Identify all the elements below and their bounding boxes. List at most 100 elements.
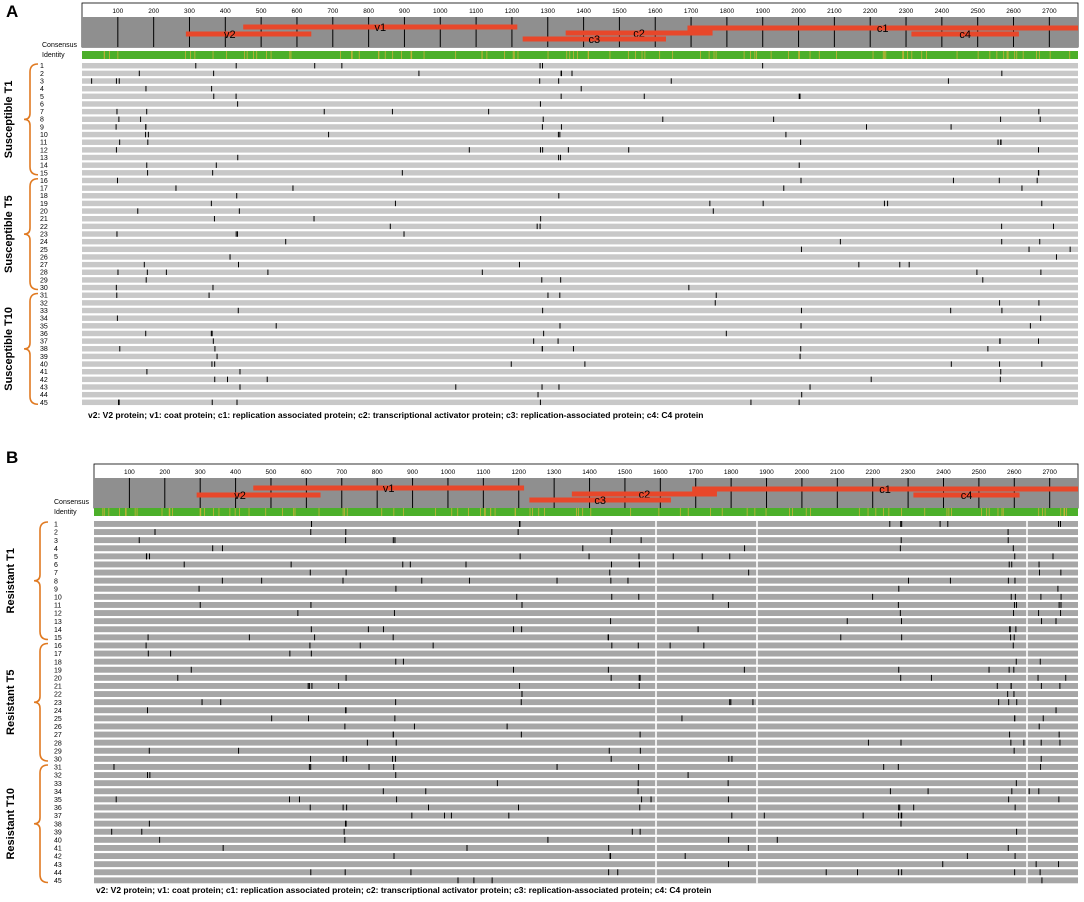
row-label: 27 [40, 262, 48, 269]
ruler-tick-label: 2400 [935, 8, 950, 15]
ruler-tick-label: 300 [184, 8, 195, 15]
row-label: 2 [54, 530, 58, 537]
sequence-track [94, 521, 1078, 527]
ruler-tick-label: 500 [256, 8, 267, 15]
row-label: 21 [40, 216, 48, 223]
row-label: 38 [54, 821, 62, 828]
row-label: 43 [54, 862, 62, 869]
sequence-track [94, 731, 1078, 738]
row-label: 36 [54, 805, 62, 812]
row-label: 24 [54, 708, 62, 715]
sequence-track [94, 836, 1078, 843]
sequence-track [94, 796, 1078, 803]
row-label: 17 [40, 186, 48, 193]
sequence-track [82, 246, 1078, 253]
sequence-track [94, 650, 1078, 657]
sequence-track [94, 585, 1078, 592]
row-label: 34 [54, 789, 62, 796]
sequence-track [82, 124, 1078, 130]
row-label: 7 [40, 109, 44, 116]
ruler-tick-label: 2400 [936, 469, 951, 476]
ruler-tick-label: 2200 [865, 469, 880, 476]
sequence-track [82, 85, 1078, 92]
feature-bar-v2 [196, 492, 321, 498]
legend-b: v2: V2 protein; v1: coat protein; c1: re… [96, 885, 712, 895]
sequence-track [82, 369, 1078, 375]
row-label: 22 [40, 224, 48, 231]
sequence-track [82, 361, 1078, 367]
ruler-tick-label: 1100 [476, 469, 490, 476]
row-label: 25 [54, 716, 62, 723]
row-label: 44 [54, 870, 62, 877]
sequence-track [82, 70, 1078, 77]
row-label: 4 [54, 546, 58, 553]
row-label: 6 [54, 562, 58, 569]
sequence-track [94, 828, 1078, 835]
row-label: 31 [40, 293, 48, 300]
sequence-track [94, 747, 1078, 754]
row-label: 34 [40, 316, 48, 323]
row-label: 40 [54, 838, 62, 845]
row-label: 28 [40, 270, 48, 277]
ruler-tick-label: 1700 [684, 8, 699, 15]
ruler-tick-label: 1900 [755, 8, 770, 15]
sequence-track [82, 154, 1078, 161]
feature-label-v2: v2 [234, 490, 246, 502]
sequence-track [82, 254, 1078, 260]
row-label: 8 [54, 578, 58, 585]
group-label: Susceptible T1 [3, 81, 15, 159]
group-label: Susceptible T10 [3, 307, 15, 391]
row-label: 1 [54, 522, 58, 529]
sequence-track [82, 193, 1078, 199]
sequence-track [82, 300, 1078, 306]
feature-label-c3: c3 [594, 495, 606, 507]
sequence-track [82, 323, 1078, 329]
row-label: 9 [40, 124, 44, 131]
row-label: 43 [40, 384, 48, 391]
row-label: 28 [54, 740, 62, 747]
sequence-track [82, 231, 1078, 237]
row-label: 11 [40, 140, 47, 147]
row-label: 37 [40, 339, 48, 346]
sequence-track [82, 185, 1078, 191]
row-label: 31 [54, 765, 62, 772]
ruler-tick-label: 2300 [899, 8, 914, 15]
sequence-track [94, 666, 1078, 673]
row-label: 21 [54, 684, 62, 691]
sequence-track [82, 269, 1078, 275]
feature-label-c3: c3 [589, 34, 601, 46]
sequence-track [82, 376, 1078, 383]
feature-bar-v2 [185, 31, 312, 37]
row-label: 6 [40, 101, 44, 108]
sequence-track [94, 545, 1078, 552]
row-label: 8 [40, 117, 44, 124]
ruler-tick-label: 1900 [759, 469, 774, 476]
row-label: 5 [54, 554, 58, 561]
ruler-tick-label: 2300 [901, 469, 916, 476]
row-label: 41 [54, 846, 62, 853]
sequence-track [94, 755, 1078, 762]
consensus-label: Consensus [54, 499, 90, 506]
sequence-track [82, 131, 1078, 138]
ruler-tick-label: 100 [124, 469, 135, 476]
sequence-track [94, 699, 1078, 706]
identity-bar [82, 51, 1078, 59]
sequence-track [82, 93, 1078, 100]
ruler-tick-label: 1200 [512, 469, 527, 476]
row-label: 14 [40, 163, 48, 170]
sequence-track [94, 820, 1078, 827]
row-label: 45 [54, 878, 62, 885]
row-label: 10 [40, 132, 48, 139]
ruler-tick-label: 1600 [653, 469, 668, 476]
sequence-track [82, 292, 1078, 298]
sequence-track [94, 804, 1078, 811]
row-label: 27 [54, 732, 62, 739]
ruler-tick-label: 1600 [648, 8, 663, 15]
sequence-track [94, 845, 1078, 851]
sequence-track [82, 315, 1078, 321]
row-label: 33 [54, 781, 62, 788]
group-bracket [23, 63, 39, 176]
sequence-track [94, 691, 1078, 697]
legend-a: v2: V2 protein; v1: coat protein; c1: re… [88, 410, 704, 420]
sequence-track [82, 384, 1078, 390]
